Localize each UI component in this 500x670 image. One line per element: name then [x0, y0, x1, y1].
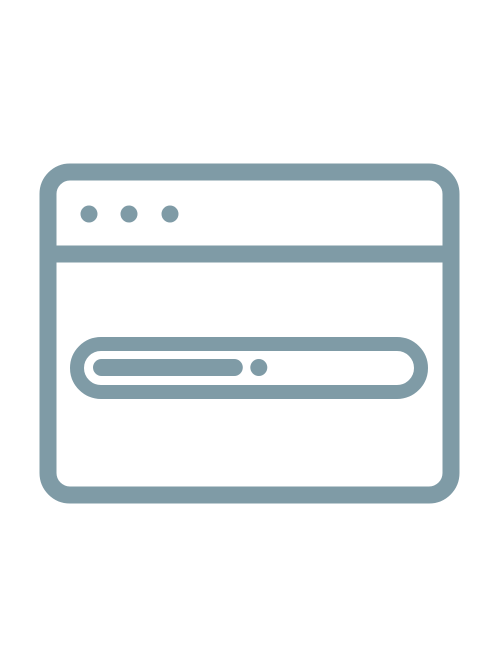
window-dot-3-icon: [161, 205, 179, 223]
window-dot-2-icon: [120, 205, 138, 223]
window-dot-1-icon: [80, 205, 98, 223]
window-frame: [39, 163, 460, 504]
progress-dot-icon: [250, 359, 268, 376]
progress-fill: [93, 359, 243, 376]
icon-canvas: [0, 0, 500, 670]
browser-window-loading-icon: [39, 163, 460, 504]
